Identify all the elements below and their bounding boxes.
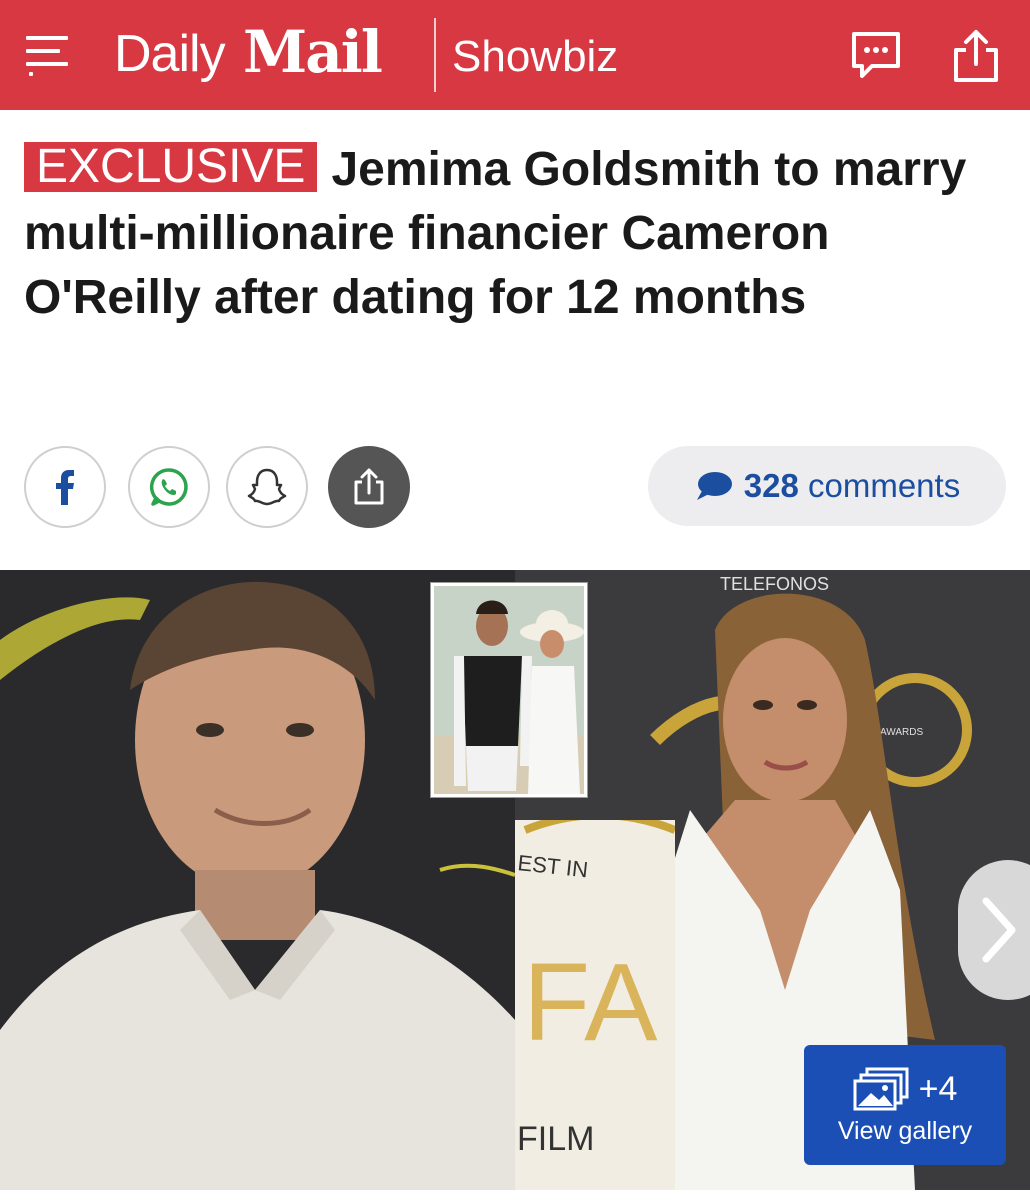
gallery-label: View gallery bbox=[837, 1117, 973, 1145]
comments-count: 328 bbox=[743, 467, 799, 504]
snapchat-icon bbox=[247, 468, 287, 506]
logo-daily[interactable]: Daily bbox=[114, 24, 226, 84]
comment-bubble-icon bbox=[696, 472, 732, 500]
chat-bubble-icon[interactable] bbox=[848, 28, 904, 84]
section-title[interactable]: Showbiz bbox=[452, 32, 618, 82]
chevron-right-icon bbox=[982, 897, 1016, 963]
facebook-share-button[interactable] bbox=[24, 446, 106, 528]
comments-label: comments bbox=[808, 467, 961, 504]
article-headline: EXCLUSIVE Jemima Goldsmith to marry multi… bbox=[24, 138, 1004, 330]
whatsapp-icon bbox=[149, 468, 188, 506]
backdrop-text-fa: FA bbox=[523, 941, 658, 1064]
top-navigation-bar: Daily Mail Showbiz bbox=[0, 0, 1030, 110]
view-gallery-button[interactable]: +4 View gallery bbox=[804, 1045, 1006, 1165]
film-festival-poster: EST IN FA FILM bbox=[515, 811, 677, 1190]
gallery-count: +4 bbox=[918, 1069, 958, 1108]
menu-icon[interactable] bbox=[26, 36, 72, 76]
exclusive-badge: EXCLUSIVE bbox=[24, 142, 318, 192]
backdrop-text-telefonos: TELEFONOS bbox=[720, 574, 829, 594]
inset-wedding-photo[interactable] bbox=[430, 582, 588, 798]
logo-mail[interactable]: Mail bbox=[243, 18, 383, 86]
gallery-icon bbox=[853, 1067, 909, 1111]
backdrop-text-film: FILM bbox=[517, 1120, 594, 1158]
more-share-button[interactable] bbox=[328, 446, 410, 528]
whatsapp-share-button[interactable] bbox=[128, 446, 210, 528]
logo-divider bbox=[434, 18, 436, 92]
share-icon bbox=[354, 468, 384, 505]
comments-button[interactable]: 328 comments bbox=[648, 446, 1006, 526]
share-icon[interactable] bbox=[948, 28, 1004, 84]
facebook-icon bbox=[56, 470, 74, 505]
next-image-button[interactable] bbox=[958, 860, 1030, 1000]
backdrop-text-awards: AWARDS bbox=[880, 727, 923, 738]
snapchat-share-button[interactable] bbox=[226, 446, 308, 528]
